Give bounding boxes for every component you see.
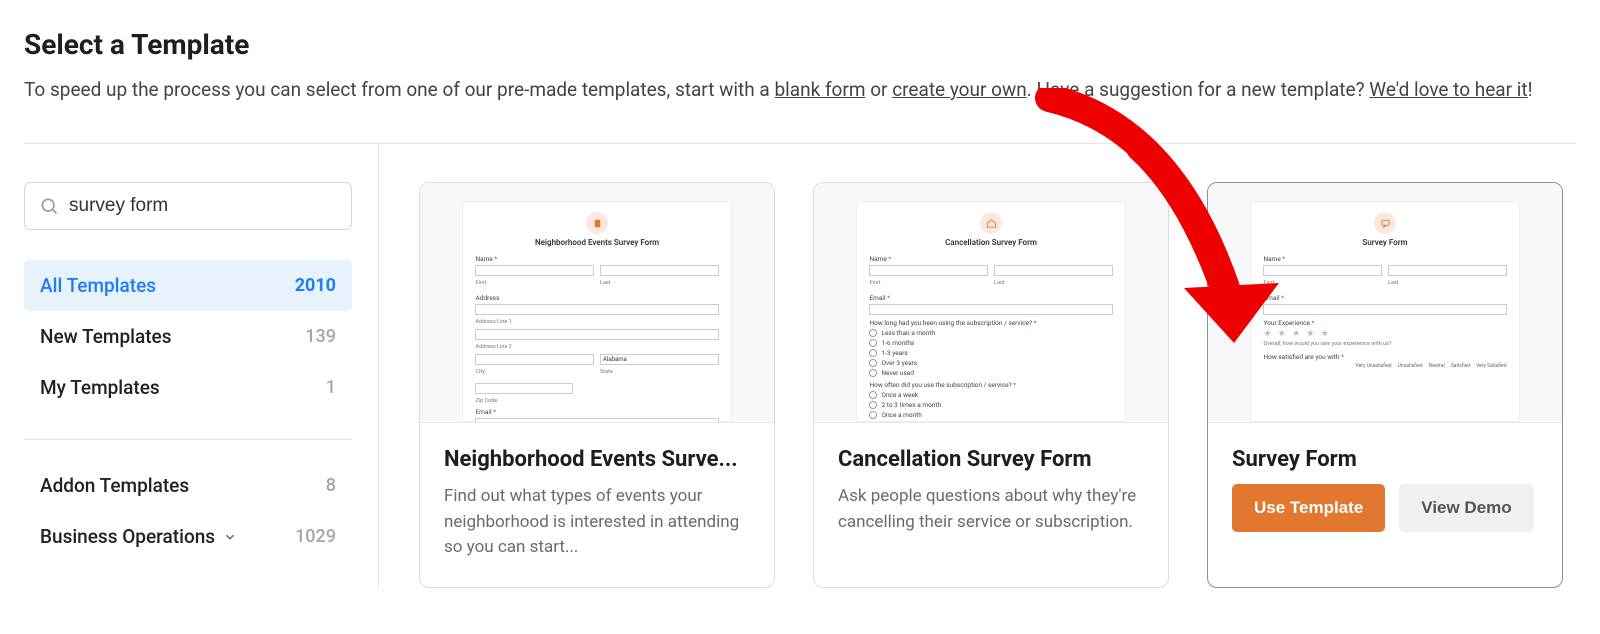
template-title: Cancellation Survey Form xyxy=(838,447,1144,472)
clipboard-icon xyxy=(586,212,608,234)
category-count: 2010 xyxy=(295,275,336,296)
search-input[interactable] xyxy=(69,195,337,217)
category-label: Addon Templates xyxy=(40,474,189,497)
view-demo-button[interactable]: View Demo xyxy=(1399,484,1533,532)
category-addon-templates[interactable]: Addon Templates 8 xyxy=(24,460,352,511)
category-my-templates[interactable]: My Templates 1 xyxy=(24,362,352,413)
template-preview: Survey Form Name FirstLast Email Your Ex… xyxy=(1208,183,1562,423)
category-count: 1029 xyxy=(295,526,336,547)
category-label: My Templates xyxy=(40,376,160,399)
intro-text: To speed up the process you can select f… xyxy=(24,78,774,101)
category-count: 1 xyxy=(326,377,336,398)
template-card[interactable]: Cancellation Survey Form Name FirstLast … xyxy=(813,182,1169,588)
template-title: Neighborhood Events Surve... xyxy=(444,447,750,472)
create-own-link[interactable]: create your own xyxy=(892,78,1027,101)
template-grid: Neighborhood Events Survey Form Name Fir… xyxy=(379,144,1576,588)
sidebar-divider xyxy=(24,439,352,440)
category-label: Business Operations xyxy=(40,525,237,548)
home-icon xyxy=(980,212,1002,234)
page-title: Select a Template xyxy=(24,28,1576,61)
chevron-down-icon xyxy=(223,530,237,544)
category-count: 139 xyxy=(305,326,336,347)
page-subtitle: To speed up the process you can select f… xyxy=(24,75,1564,105)
template-desc: Ask people questions about why they're c… xyxy=(838,484,1144,535)
search-box[interactable] xyxy=(24,182,352,230)
search-icon xyxy=(39,196,59,216)
chat-icon xyxy=(1374,212,1396,234)
blank-form-link[interactable]: blank form xyxy=(774,78,865,101)
template-preview: Cancellation Survey Form Name FirstLast … xyxy=(814,183,1168,423)
category-all-templates[interactable]: All Templates 2010 xyxy=(24,260,352,311)
category-count: 8 xyxy=(326,475,336,496)
suggest-link[interactable]: We'd love to hear it xyxy=(1369,78,1527,101)
template-card[interactable]: Neighborhood Events Survey Form Name Fir… xyxy=(419,182,775,588)
category-new-templates[interactable]: New Templates 139 xyxy=(24,311,352,362)
category-label: All Templates xyxy=(40,274,156,297)
category-business-operations[interactable]: Business Operations 1029 xyxy=(24,511,352,562)
template-card[interactable]: Survey Form Name FirstLast Email Your Ex… xyxy=(1207,182,1563,588)
sidebar: All Templates 2010 New Templates 139 My … xyxy=(24,144,379,588)
category-label: New Templates xyxy=(40,325,172,348)
use-template-button[interactable]: Use Template xyxy=(1232,484,1385,532)
template-title: Survey Form xyxy=(1232,447,1538,472)
template-desc: Find out what types of events your neigh… xyxy=(444,484,750,561)
template-preview: Neighborhood Events Survey Form Name Fir… xyxy=(420,183,774,423)
